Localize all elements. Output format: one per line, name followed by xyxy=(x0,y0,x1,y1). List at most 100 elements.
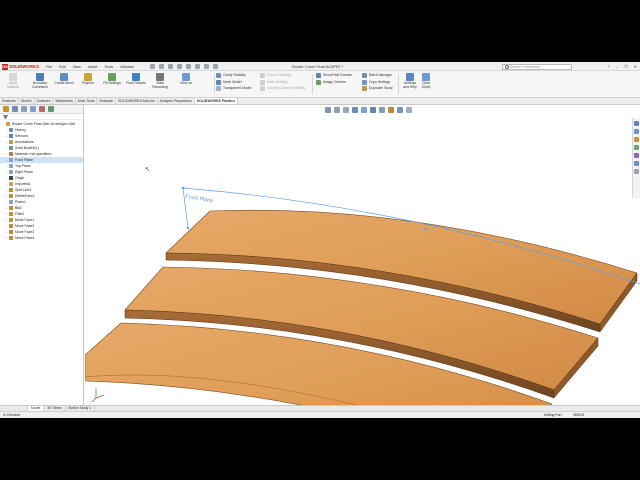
scene-icon[interactable] xyxy=(397,107,403,113)
body-icon xyxy=(9,206,13,210)
ds-logo-icon: DS xyxy=(2,63,8,70)
open-icon[interactable] xyxy=(159,64,164,69)
fill-settings-button[interactable]: Fill Settings xyxy=(102,73,122,86)
tree-item-label: Plane1 xyxy=(15,200,26,204)
assign-domain-button[interactable]: Assign Domain xyxy=(316,79,346,85)
options-icon[interactable] xyxy=(213,64,218,69)
close-button[interactable]: ✕ xyxy=(634,64,637,69)
menu-bar: File Edit View Insert Tools Window xyxy=(46,63,134,70)
zoom-area-icon[interactable] xyxy=(334,107,340,113)
feature-manager-toolbar xyxy=(0,105,83,114)
view-on-button[interactable]: View on xyxy=(176,73,196,86)
tab-weldments[interactable]: Weldments xyxy=(53,98,76,104)
solidworks-logo[interactable]: DS SOLIDWORKS xyxy=(2,63,39,70)
new-document-icon[interactable] xyxy=(150,64,155,69)
zoom-to-fit-icon[interactable] xyxy=(325,107,331,113)
plane-handle[interactable] xyxy=(181,186,185,190)
graphics-area[interactable]: Front Plane ↖ xyxy=(85,105,640,405)
menu-file[interactable]: File xyxy=(46,65,52,69)
tree-item-move-face4[interactable]: › Move Face4 xyxy=(0,235,83,241)
view-on-icon xyxy=(182,73,190,81)
tree-filter[interactable] xyxy=(0,114,83,120)
tab-evaluate[interactable]: Evaluate xyxy=(97,98,117,104)
button-label: Mesh Model xyxy=(223,79,242,84)
plastics-manager-tab-icon[interactable] xyxy=(48,106,54,112)
video-recording-icon xyxy=(156,73,164,81)
tree-item-label: Sensors xyxy=(15,134,28,138)
cavity-visibility-button[interactable]: Cavity Visibility xyxy=(216,73,246,78)
transparent-model-button[interactable]: Transparent Model xyxy=(216,86,251,91)
tab-solidworks-add-ins[interactable]: SOLIDWORKS Add-Ins xyxy=(116,98,158,104)
apply-material-button[interactable]: Apply Material xyxy=(6,73,20,90)
property-manager-tab-icon[interactable] xyxy=(12,106,18,112)
appearances-icon[interactable] xyxy=(634,153,639,158)
edit-appearance-icon[interactable] xyxy=(388,107,394,113)
tab-sketch[interactable]: Sketch xyxy=(19,98,35,104)
plane-handle[interactable] xyxy=(186,226,190,230)
tab-mold-tools[interactable]: Mold Tools xyxy=(76,98,98,104)
menu-window[interactable]: Window xyxy=(120,65,134,69)
tree-item-label: History xyxy=(15,128,26,132)
print-icon[interactable] xyxy=(177,64,182,69)
display-manager-tab-icon[interactable] xyxy=(39,106,45,112)
solidworks-resources-icon[interactable] xyxy=(634,121,639,126)
display-style-icon[interactable] xyxy=(370,107,376,113)
copy-settings-icon xyxy=(362,79,367,85)
tab-solidworks-plastics[interactable]: SOLIDWORKS Plastics xyxy=(194,98,239,104)
button-label: Settings and Help xyxy=(403,81,417,89)
section-view-icon[interactable] xyxy=(352,107,358,113)
mold-visibility-button[interactable]: Mold Visibility xyxy=(260,79,287,85)
boundary-conditions-button[interactable]: Boundary Conditions xyxy=(30,73,50,90)
minimize-button[interactable]: – xyxy=(616,64,618,69)
menu-tools[interactable]: Tools xyxy=(104,65,113,69)
cooling-channel-visibility-button[interactable]: Cooling Channel Visibility xyxy=(260,86,305,91)
tab-surfaces[interactable]: Surfaces xyxy=(35,98,54,104)
rebuild-icon[interactable] xyxy=(204,64,209,69)
undo-icon[interactable] xyxy=(186,64,191,69)
polymer-button[interactable]: Polymer xyxy=(78,73,98,86)
batch-manager-button[interactable]: Batch Manager xyxy=(362,73,392,78)
forum-icon[interactable] xyxy=(634,169,639,174)
mesh-model-button[interactable]: Mesh Model xyxy=(216,79,242,85)
plane-icon xyxy=(9,164,13,168)
file-explorer-icon[interactable] xyxy=(634,137,639,142)
material-icon xyxy=(9,152,13,156)
menu-insert[interactable]: Insert xyxy=(88,65,98,69)
settings-and-help-button[interactable]: Settings and Help xyxy=(402,73,418,90)
previous-view-icon[interactable] xyxy=(343,107,349,113)
create-mesh-button[interactable]: Create Mesh xyxy=(54,73,74,86)
menu-edit[interactable]: Edit xyxy=(59,65,66,69)
dimxpert-tab-icon[interactable] xyxy=(30,106,36,112)
move-face-icon xyxy=(9,224,13,228)
flow-results-button[interactable]: Flow Results xyxy=(126,73,146,86)
plane-handle[interactable] xyxy=(424,227,428,231)
clear-study-button[interactable]: Clear Study xyxy=(418,73,434,90)
copy-settings-button[interactable]: Copy Settings xyxy=(362,79,390,85)
view-palette-icon[interactable] xyxy=(634,145,639,150)
duplicate-study-button[interactable]: Duplicate Study xyxy=(362,86,393,91)
save-icon[interactable] xyxy=(168,64,173,69)
tab-features[interactable]: Features xyxy=(0,98,19,104)
search-commands-input[interactable]: Search Commands xyxy=(502,63,572,70)
view-settings-icon[interactable] xyxy=(406,107,412,113)
unit-system[interactable]: MMGS xyxy=(574,412,585,418)
hide-show-items-icon[interactable] xyxy=(379,107,385,113)
menu-view[interactable]: View xyxy=(73,65,81,69)
feature-manager-tab-icon[interactable] xyxy=(3,106,9,112)
configuration-manager-tab-icon[interactable] xyxy=(21,106,27,112)
custom-properties-icon[interactable] xyxy=(634,161,639,166)
view-orientation-icon[interactable] xyxy=(361,107,367,113)
select-icon[interactable] xyxy=(195,64,200,69)
help-icon[interactable]: ? xyxy=(608,64,610,69)
button-label: Show/Hide Domain xyxy=(323,73,353,77)
runner-visibility-button[interactable]: Runner Visibility xyxy=(260,73,291,78)
video-recording-button[interactable]: Video Recording xyxy=(150,73,170,90)
mold-visibility-icon xyxy=(260,79,265,85)
design-library-icon[interactable] xyxy=(634,129,639,134)
part-model-view[interactable]: Front Plane xyxy=(85,105,640,405)
boundary-conditions-icon xyxy=(36,73,44,81)
tab-analysis-preparation[interactable]: Analysis Preparation xyxy=(158,98,195,104)
part-icon xyxy=(6,122,10,126)
show-hide-domain-button[interactable]: Show/Hide Domain xyxy=(316,73,352,78)
maximize-button[interactable]: ❐ xyxy=(624,64,628,69)
